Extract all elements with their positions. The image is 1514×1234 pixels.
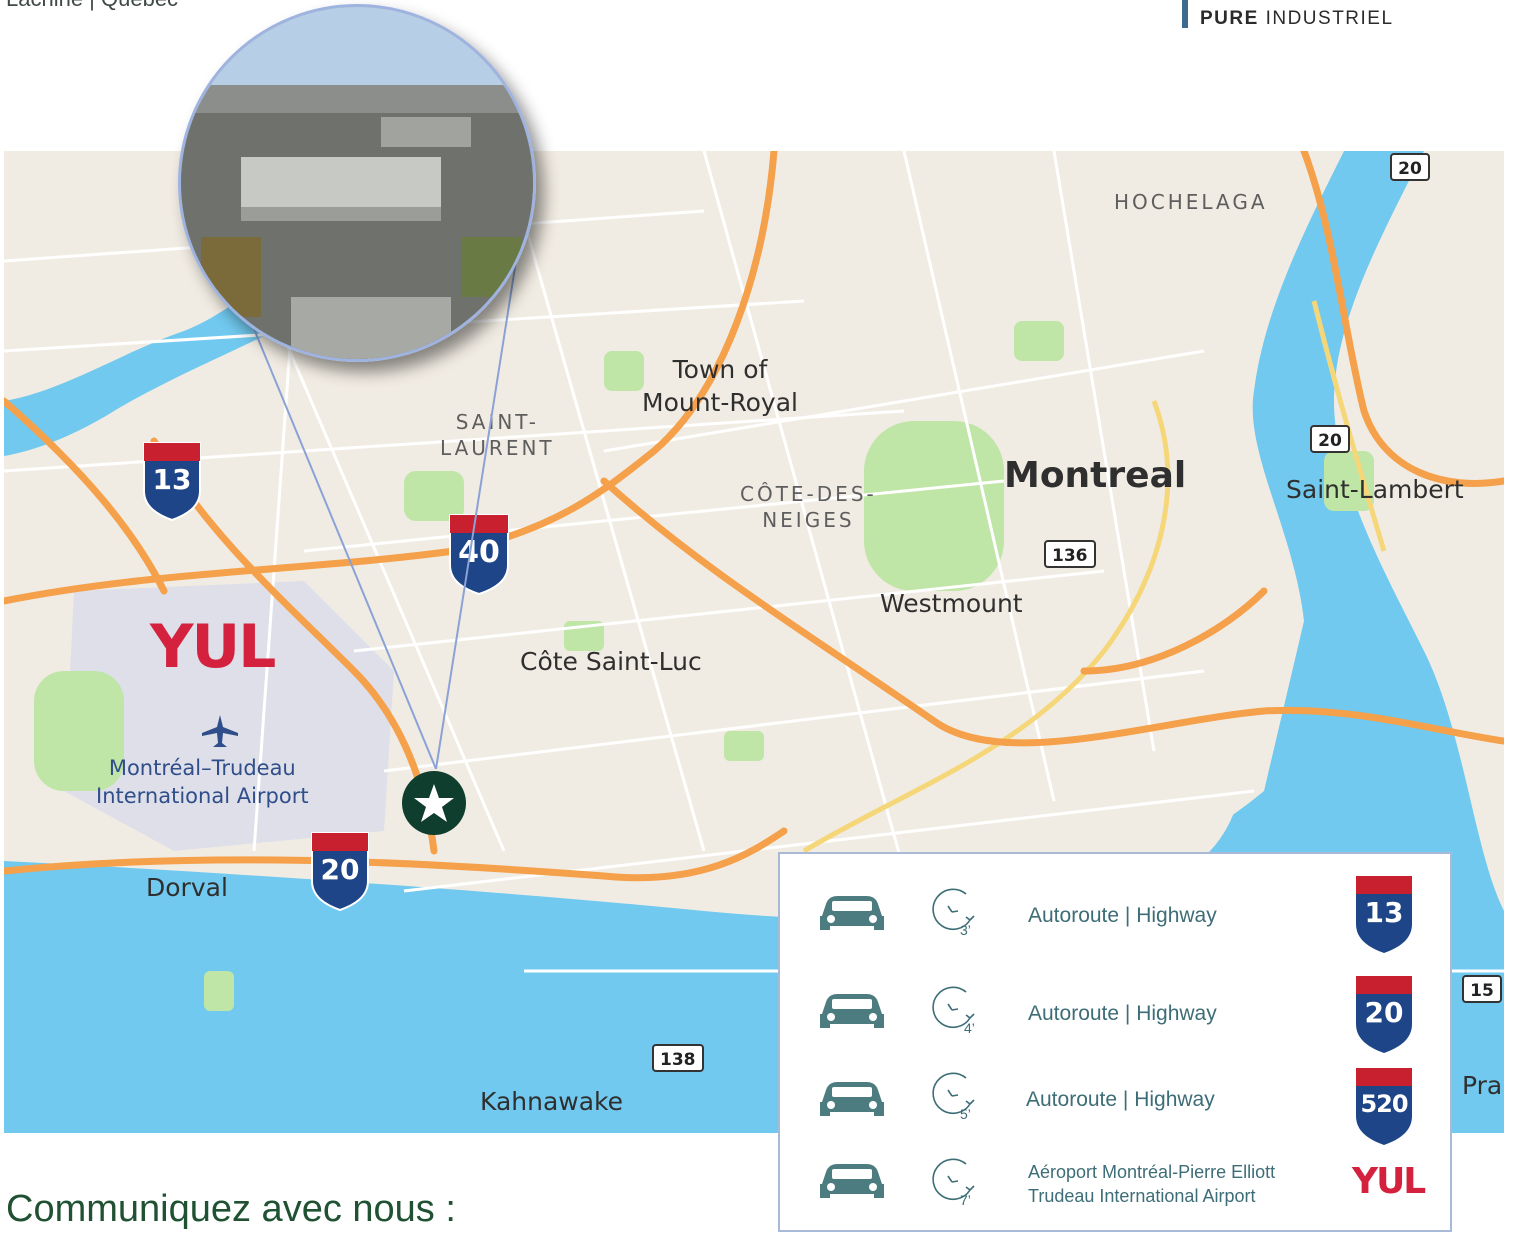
car-icon (820, 1164, 884, 1198)
star-icon (414, 784, 454, 822)
shield-20-legend: 20 (1354, 974, 1414, 1054)
legend-minutes: 7’ (960, 1192, 971, 1208)
shield-520-legend-number: 520 (1360, 1090, 1408, 1118)
travel-times-legend: 3’ Autoroute | Highway 13 4’ Autoroute |… (778, 852, 1452, 1232)
clock-icon (932, 888, 975, 931)
aerial-photo (178, 4, 536, 362)
clock-icon (932, 1072, 975, 1115)
clock-icon (932, 1158, 975, 1201)
shield-13-legend-number: 13 (1364, 896, 1404, 929)
legend-label: Autoroute | Highway (1028, 1002, 1217, 1025)
yul-legend-logo: YUL (1352, 1161, 1426, 1202)
legend-label-airport-line1: Aéroport Montréal-Pierre Elliott (1028, 1162, 1276, 1182)
brand-rest: INDUSTRIEL (1258, 8, 1394, 29)
legend-label: Autoroute | Highway (1026, 1088, 1215, 1111)
contact-heading: Communiquez avec nous : (6, 1188, 456, 1230)
shield-520-legend: 520 (1354, 1066, 1414, 1146)
shield-13-legend: 13 (1354, 874, 1414, 954)
legend-row-airport: 7’ Aéroport Montréal-Pierre Elliott Trud… (780, 1150, 1450, 1230)
legend-minutes: 5’ (960, 1106, 971, 1122)
aerial-photo-illustration (181, 7, 533, 359)
legend-label: Autoroute | Highway (1028, 904, 1217, 927)
legend-row-520: 5’ Autoroute | Highway 520 (780, 1064, 1450, 1146)
legend-minutes: 4’ (964, 1020, 975, 1036)
car-icon (820, 994, 884, 1028)
legend-minutes: 3’ (960, 922, 971, 938)
legend-row-20: 4’ Autoroute | Highway 20 (780, 974, 1450, 1054)
car-icon (820, 896, 884, 930)
brand-bar (1182, 0, 1188, 28)
legend-row-13: 3’ Autoroute | Highway 13 (780, 874, 1450, 954)
legend-label-airport: Aéroport Montréal-Pierre Elliott Trudeau… (1028, 1160, 1275, 1208)
car-icon (820, 1082, 884, 1116)
property-marker[interactable] (402, 771, 466, 835)
brand-bold: PURE (1200, 8, 1259, 29)
brand-name: PURE INDUSTRIEL (1200, 8, 1394, 30)
legend-label-airport-line2: Trudeau International Airport (1028, 1186, 1256, 1206)
shield-20-legend-number: 20 (1364, 996, 1404, 1029)
location-text: Lachine | Québec (6, 0, 178, 12)
